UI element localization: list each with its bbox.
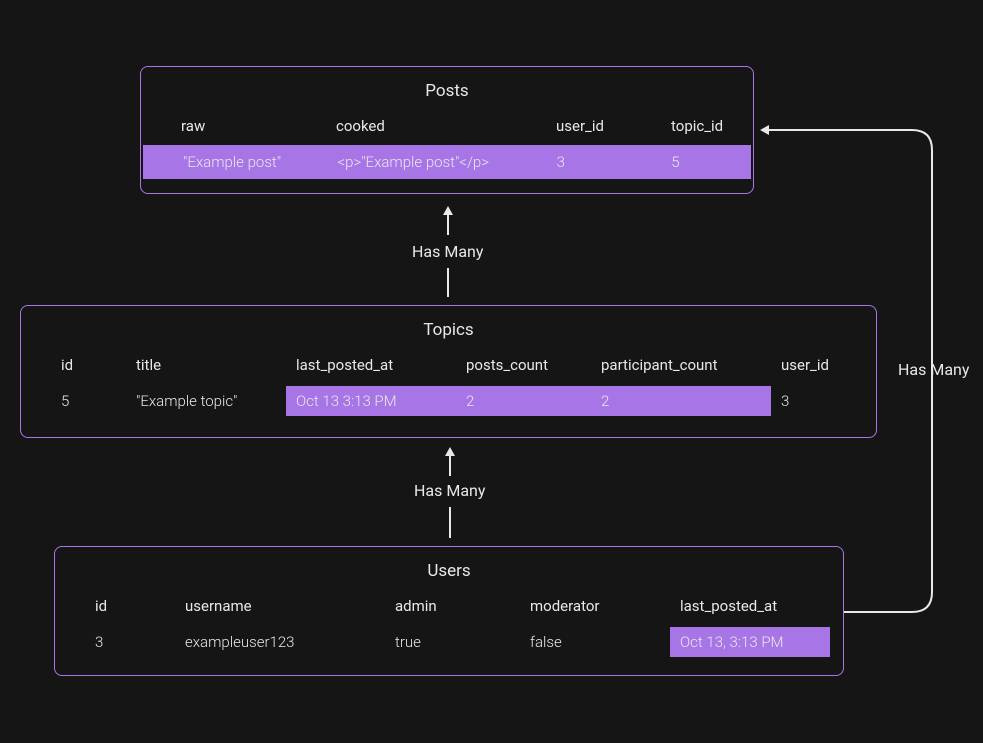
arrow-head-users-posts [760, 125, 769, 135]
connector-users-posts [0, 0, 983, 743]
relation-users-posts: Has Many [898, 360, 969, 379]
